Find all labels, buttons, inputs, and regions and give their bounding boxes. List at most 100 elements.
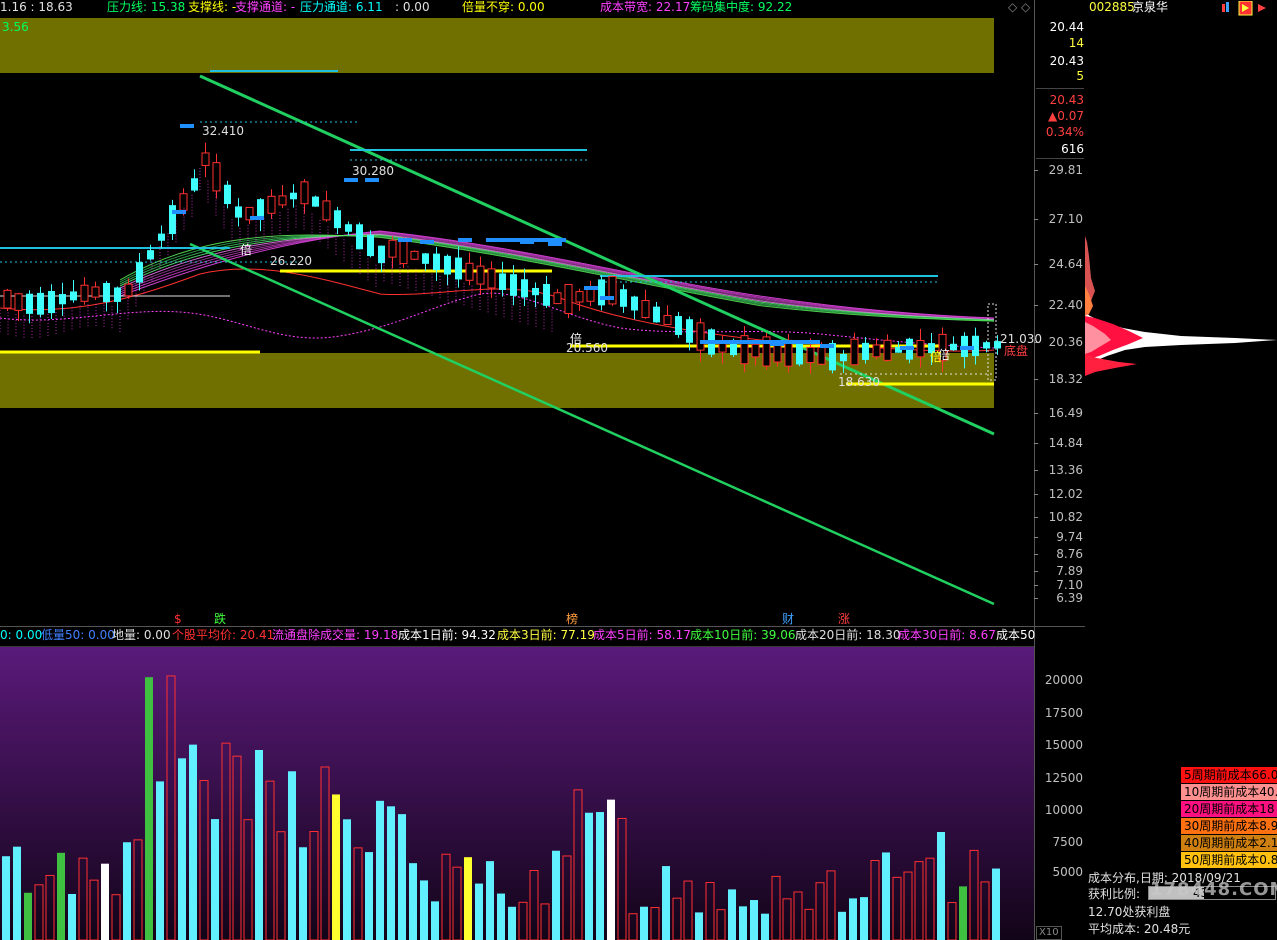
price-tick: 12.02 bbox=[1048, 487, 1083, 501]
indicator-2: 支撑线: - bbox=[188, 0, 237, 14]
vol-indicator-2: 地量: 0.00 bbox=[112, 628, 171, 642]
resistance-band bbox=[0, 18, 994, 73]
tick-mark bbox=[1034, 379, 1038, 380]
vol-indicator-7: 成本5日前: 58.17 bbox=[593, 628, 691, 642]
vol-indicator-11: 成本50 bbox=[996, 628, 1036, 642]
price-tick: 7.89 bbox=[1056, 564, 1083, 578]
price-tick: 7.10 bbox=[1056, 578, 1083, 592]
volume-tick: 20000 bbox=[1044, 673, 1083, 687]
volume-tick: 12500 bbox=[1044, 771, 1083, 785]
candlesticks bbox=[3, 142, 1001, 374]
price-tick: 9.74 bbox=[1056, 530, 1083, 544]
tick-mark bbox=[1034, 443, 1038, 444]
tick-mark bbox=[1034, 494, 1038, 495]
stock-name: 京泉华 bbox=[1132, 0, 1169, 14]
vol-indicator-10: 成本30日前: 8.67 bbox=[898, 628, 996, 642]
price-annotation: 底盘 bbox=[1004, 344, 1029, 358]
indicator-4: 压力通道: 6.11 bbox=[300, 0, 383, 14]
indicator-0: 1.16 : 18.63 bbox=[0, 0, 73, 14]
price-tick: 14.84 bbox=[1048, 436, 1083, 450]
chart-divider bbox=[0, 626, 1085, 627]
price-tick: 27.10 bbox=[1048, 212, 1083, 226]
flag-icon bbox=[1238, 1, 1253, 16]
cost-legend-item: 50周期前成本0.8 bbox=[1181, 852, 1277, 868]
event-marker[interactable]: $ bbox=[174, 612, 182, 626]
indicator-1: 压力线: 15.38 bbox=[107, 0, 186, 14]
tick-mark bbox=[1034, 219, 1038, 220]
vol-indicator-1: 低量50: 0.00 bbox=[41, 628, 115, 642]
signal-icon bbox=[1222, 2, 1229, 12]
tick-mark bbox=[1034, 598, 1038, 599]
indicator-5: : 0.00 bbox=[395, 0, 430, 14]
chip-distribution bbox=[1085, 236, 1277, 376]
tick-mark bbox=[1034, 264, 1038, 265]
vol-indicator-8: 成本10日前: 39.06 bbox=[690, 628, 796, 642]
vol-indicator-5: 成本1日前: 94.32 bbox=[398, 628, 496, 642]
price-tick: 24.64 bbox=[1048, 257, 1083, 271]
price-tick: 22.40 bbox=[1048, 298, 1083, 312]
price-tick: 16.49 bbox=[1048, 406, 1083, 420]
price-annotation: 倍 bbox=[240, 243, 253, 257]
price-annotation: 倍 bbox=[570, 332, 583, 346]
price-tick: 8.76 bbox=[1056, 547, 1083, 561]
tick-mark bbox=[1034, 537, 1038, 538]
volume-indicator-bar: 0: 0.00 低量50: 0.00 地量: 0.00 个股平均价: 20.41 流通盘… bbox=[0, 628, 1036, 644]
volume-tick: 7500 bbox=[1052, 835, 1083, 849]
price-annotation: 倍 bbox=[930, 350, 943, 364]
toolbar-icons[interactable] bbox=[1222, 1, 1272, 16]
cost-legend-item: 5周期前成本66.0 bbox=[1181, 767, 1277, 783]
volume-tick: 17500 bbox=[1044, 706, 1083, 720]
event-marker[interactable]: 榜 bbox=[566, 612, 578, 626]
volume-chart[interactable] bbox=[0, 647, 1034, 940]
price-tick: 10.82 bbox=[1048, 510, 1083, 524]
profit-label: 获利比例: bbox=[1088, 887, 1141, 901]
event-marker[interactable]: 涨 bbox=[838, 612, 850, 626]
vol-indicator-6: 成本3日前: 77.19 bbox=[497, 628, 595, 642]
stock-code: 002885 bbox=[1089, 0, 1135, 14]
indicator-bar: 1.16 : 18.63 压力线: 15.38 支撑线: - 支撑通道: - 压力通道:… bbox=[0, 0, 1034, 16]
tick-mark bbox=[1034, 305, 1038, 306]
price-annotation: 18.630 bbox=[838, 375, 880, 389]
zoom-button[interactable]: X10 bbox=[1036, 926, 1062, 940]
price-annotation: 32.410 bbox=[202, 124, 244, 138]
tick-mark bbox=[1034, 554, 1038, 555]
volume-axis: 20000 17500 15000 12500 10000 7500 5000 bbox=[1034, 647, 1085, 940]
tick-mark bbox=[1034, 517, 1038, 518]
price-tick: 18.32 bbox=[1048, 372, 1083, 386]
price-tick: 6.39 bbox=[1056, 591, 1083, 605]
volume-tick: 5000 bbox=[1052, 865, 1083, 879]
vol-indicator-4: 流通盘除成交量: 19.18 bbox=[272, 628, 399, 642]
indicator-7: 成本带宽: 22.17 bbox=[600, 0, 691, 14]
price-annotation: 3.56 bbox=[2, 20, 29, 34]
indicator-3: 支撑通道: - bbox=[235, 0, 296, 14]
volume-tick: 10000 bbox=[1044, 803, 1083, 817]
tick-mark bbox=[1034, 585, 1038, 586]
tick-mark bbox=[1034, 413, 1038, 414]
tick-mark bbox=[1034, 470, 1038, 471]
vol-indicator-0: 0: 0.00 bbox=[0, 628, 43, 642]
watermark: 178448.COM bbox=[1150, 879, 1277, 900]
cost-legend-item: 30周期前成本8.9 bbox=[1181, 818, 1277, 834]
tick-mark bbox=[1034, 170, 1038, 171]
cost-legend-item: 40周期前成本2.1 bbox=[1181, 835, 1277, 851]
price-axis: 29.81 27.10 24.64 22.40 20.36 18.32 16.49 14.84… bbox=[1034, 0, 1085, 626]
price-chart[interactable] bbox=[0, 16, 1034, 626]
tick-mark bbox=[1034, 571, 1038, 572]
cost-legend-item: 20周期前成本18 bbox=[1181, 801, 1277, 817]
cost-legend-item: 10周期前成本40. bbox=[1181, 784, 1277, 800]
vol-indicator-3: 个股平均价: 20.41 bbox=[172, 628, 275, 642]
price-annotation: 26.220 bbox=[270, 254, 312, 268]
average-cost: 平均成本: 20.48元 bbox=[1088, 922, 1191, 936]
event-marker[interactable]: 财 bbox=[782, 612, 794, 626]
cost-at-price: 12.70处获利盘 bbox=[1088, 905, 1171, 919]
price-tick: 29.81 bbox=[1048, 163, 1083, 177]
arrow-icon bbox=[1258, 4, 1266, 12]
vol-indicator-9: 成本20日前: 18.30 bbox=[795, 628, 901, 642]
volume-tick: 15000 bbox=[1044, 738, 1083, 752]
expand-icons[interactable]: ◇ ◇ bbox=[1008, 0, 1030, 14]
indicator-6: 倍量不穿: 0.00 bbox=[462, 0, 545, 14]
indicator-8: 筹码集中度: 92.22 bbox=[690, 0, 793, 14]
price-annotation: 30.280 bbox=[352, 164, 394, 178]
event-marker[interactable]: 跌 bbox=[214, 612, 226, 626]
price-tick: 13.36 bbox=[1048, 463, 1083, 477]
